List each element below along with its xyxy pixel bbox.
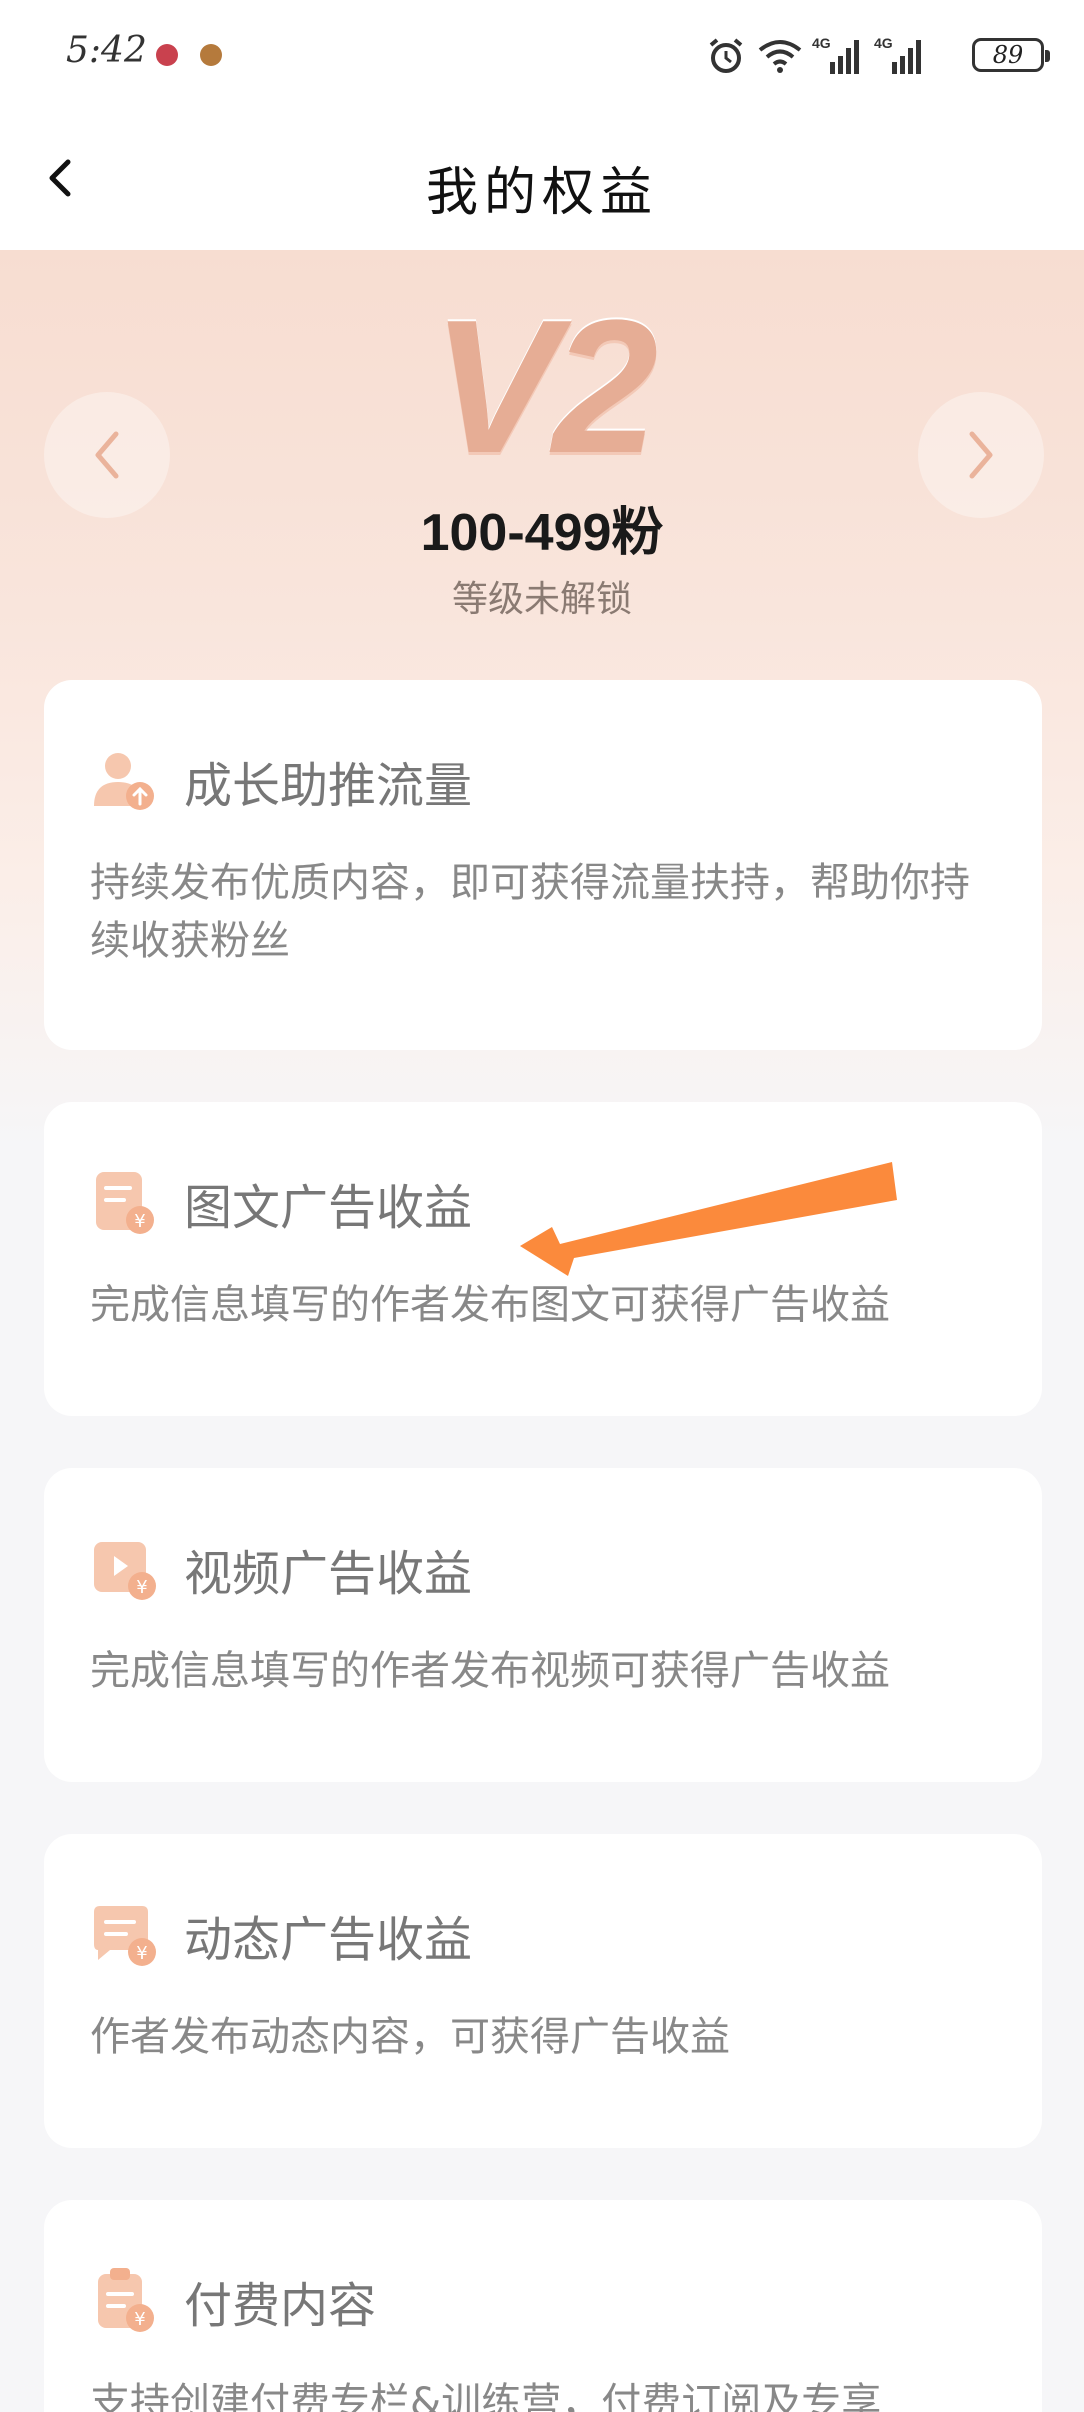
user-boost-icon [94, 753, 154, 810]
benefit-title: 动态广告收益 [184, 1912, 473, 1968]
wifi-icon [758, 40, 802, 73]
paid-content-icon: ¥ [98, 2268, 154, 2332]
benefit-description: 完成信息填写的作者发布视频可获得广告收益 [90, 1648, 890, 1694]
svg-text:¥: ¥ [136, 1577, 147, 1598]
level-lock-status: 等级未解锁 [451, 579, 632, 620]
benefit-description: 完成信息填写的作者发布图文可获得广告收益 [90, 1282, 890, 1328]
benefit-description: 持续发布优质内容，即可获得流量扶持，帮助你持续收获粉丝 [90, 860, 970, 964]
svg-text:¥: ¥ [134, 2309, 145, 2330]
signal-4g-icon: 4G [812, 35, 859, 74]
benefit-card-paid-content[interactable]: ¥ 付费内容 支持创建付费专栏&训练营，付费订阅及专享 [44, 2200, 1042, 2412]
svg-text:4G: 4G [812, 35, 831, 51]
article-yuan-icon: ¥ [96, 1172, 154, 1234]
chevron-right-icon [969, 431, 993, 479]
video-yuan-icon: ¥ [94, 1542, 156, 1600]
benefit-title: 付费内容 [184, 2278, 377, 2334]
benefit-title: 视频广告收益 [184, 1546, 473, 1602]
benefit-card-video-ad-revenue[interactable]: ¥ 视频广告收益 完成信息填写的作者发布视频可获得广告收益 [44, 1468, 1042, 1782]
benefit-card-post-ad-revenue[interactable]: ¥ 动态广告收益 作者发布动态内容，可获得广告收益 [44, 1834, 1042, 2148]
benefit-card-article-ad-revenue[interactable]: ¥ 图文广告收益 完成信息填写的作者发布图文可获得广告收益 [44, 1102, 1042, 1416]
benefit-description: 支持创建付费专栏&训练营，付费订阅及专享 [90, 2380, 882, 2412]
benefit-card-growth-traffic[interactable]: 成长助推流量 持续发布优质内容，即可获得流量扶持，帮助你持续收获粉丝 [44, 680, 1042, 1050]
post-yuan-icon: ¥ [94, 1906, 156, 1966]
svg-text:¥: ¥ [134, 1211, 145, 1232]
level-fan-range: 100-499粉 [420, 504, 664, 562]
page-title: 我的权益 [425, 163, 658, 223]
notification-app-icon [156, 44, 178, 66]
nav-bar: 我的权益 [0, 112, 1084, 250]
alarm-icon [709, 38, 743, 73]
status-bar: 5:42 4G 4G 89 [0, 0, 1084, 112]
status-time: 5:42 [66, 30, 147, 71]
battery-indicator: 89 [972, 38, 1050, 72]
svg-text:4G: 4G [874, 35, 893, 51]
signal-4g-icon-2: 4G [874, 35, 921, 74]
benefit-title: 成长助推流量 [184, 758, 473, 814]
benefit-title: 图文广告收益 [184, 1180, 473, 1236]
benefit-description: 作者发布动态内容，可获得广告收益 [90, 2014, 730, 2060]
notification-app-icon-2 [200, 44, 222, 66]
svg-text:¥: ¥ [136, 1943, 147, 1964]
